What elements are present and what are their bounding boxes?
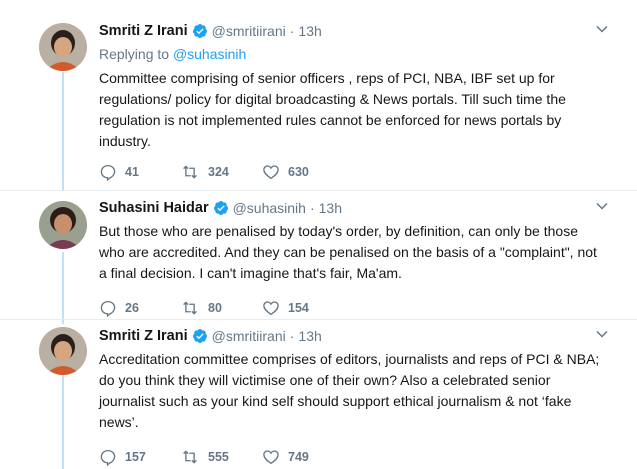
separator-dot: · bbox=[309, 200, 315, 216]
verified-badge-icon bbox=[213, 200, 229, 216]
like-count: 630 bbox=[288, 165, 309, 179]
chevron-down-icon[interactable] bbox=[595, 199, 609, 213]
chevron-down-icon[interactable] bbox=[595, 22, 609, 36]
like-count: 749 bbox=[288, 450, 309, 464]
tweet[interactable]: Smriti Z Irani @smritiirani · 13h Replyi… bbox=[0, 0, 637, 190]
reply-icon bbox=[100, 300, 116, 317]
tweet[interactable]: Smriti Z Irani @smritiirani · 13h Accred… bbox=[0, 320, 637, 469]
tweet-text: Accreditation committee comprises of edi… bbox=[99, 351, 600, 430]
reply-button[interactable]: 41 bbox=[99, 163, 180, 181]
tweet-actions: 41 324 630 bbox=[99, 162, 609, 182]
retweet-icon bbox=[183, 301, 197, 315]
author-handle[interactable]: @suhasinih bbox=[233, 200, 306, 216]
retweet-count: 555 bbox=[208, 450, 229, 464]
like-icon bbox=[263, 301, 279, 316]
tweet-header: Suhasini Haidar @suhasinih · 13h bbox=[99, 199, 609, 217]
tweet-header: Smriti Z Irani @smritiirani · 13h bbox=[99, 327, 609, 345]
avatar[interactable] bbox=[39, 23, 87, 71]
like-button[interactable]: 749 bbox=[262, 448, 342, 466]
timestamp[interactable]: 13h bbox=[319, 200, 342, 216]
reply-count: 41 bbox=[125, 165, 139, 179]
retweet-count: 80 bbox=[208, 301, 222, 315]
timestamp[interactable]: 13h bbox=[298, 23, 321, 39]
verified-badge-icon bbox=[192, 23, 208, 39]
avatar[interactable] bbox=[39, 201, 87, 249]
like-button[interactable]: 630 bbox=[262, 163, 342, 181]
tweet-actions: 26 80 154 bbox=[99, 298, 609, 318]
separator-dot: · bbox=[289, 328, 295, 344]
reply-count: 26 bbox=[125, 301, 139, 315]
separator-dot: · bbox=[289, 23, 295, 39]
retweet-button[interactable]: 324 bbox=[180, 163, 262, 181]
avatar[interactable] bbox=[39, 327, 87, 375]
replying-to-handle-link[interactable]: @suhasinih bbox=[173, 46, 246, 62]
tweet[interactable]: Suhasini Haidar @suhasinih · 13h But tho… bbox=[0, 191, 637, 319]
retweet-button[interactable]: 80 bbox=[180, 299, 262, 317]
tweet-header: Smriti Z Irani @smritiirani · 13h bbox=[99, 22, 609, 40]
author-name[interactable]: Suhasini Haidar bbox=[99, 200, 209, 216]
author-name[interactable]: Smriti Z Irani bbox=[99, 23, 188, 39]
timestamp[interactable]: 13h bbox=[298, 328, 321, 344]
replying-to: Replying to @suhasinih bbox=[99, 46, 609, 64]
reply-button[interactable]: 26 bbox=[99, 299, 180, 317]
retweet-icon bbox=[183, 450, 197, 464]
author-name[interactable]: Smriti Z Irani bbox=[99, 328, 188, 344]
retweet-count: 324 bbox=[208, 165, 229, 179]
replying-to-label: Replying to bbox=[99, 46, 173, 62]
verified-badge-icon bbox=[192, 328, 208, 344]
reply-count: 157 bbox=[125, 450, 146, 464]
author-handle[interactable]: @smritiirani bbox=[212, 23, 286, 39]
reply-button[interactable]: 157 bbox=[99, 448, 180, 466]
retweet-button[interactable]: 555 bbox=[180, 448, 262, 466]
tweet-text: Committee comprising of senior officers … bbox=[99, 70, 566, 149]
like-count: 154 bbox=[288, 301, 309, 315]
like-icon bbox=[263, 165, 279, 180]
chevron-down-icon[interactable] bbox=[595, 327, 609, 341]
like-icon bbox=[263, 450, 279, 465]
author-handle[interactable]: @smritiirani bbox=[212, 328, 286, 344]
tweet-text: But those who are penalised by today's o… bbox=[99, 223, 597, 281]
retweet-icon bbox=[183, 165, 197, 179]
tweet-actions: 157 555 749 bbox=[99, 447, 609, 467]
reply-icon bbox=[100, 449, 116, 466]
reply-icon bbox=[100, 164, 116, 181]
like-button[interactable]: 154 bbox=[262, 299, 342, 317]
